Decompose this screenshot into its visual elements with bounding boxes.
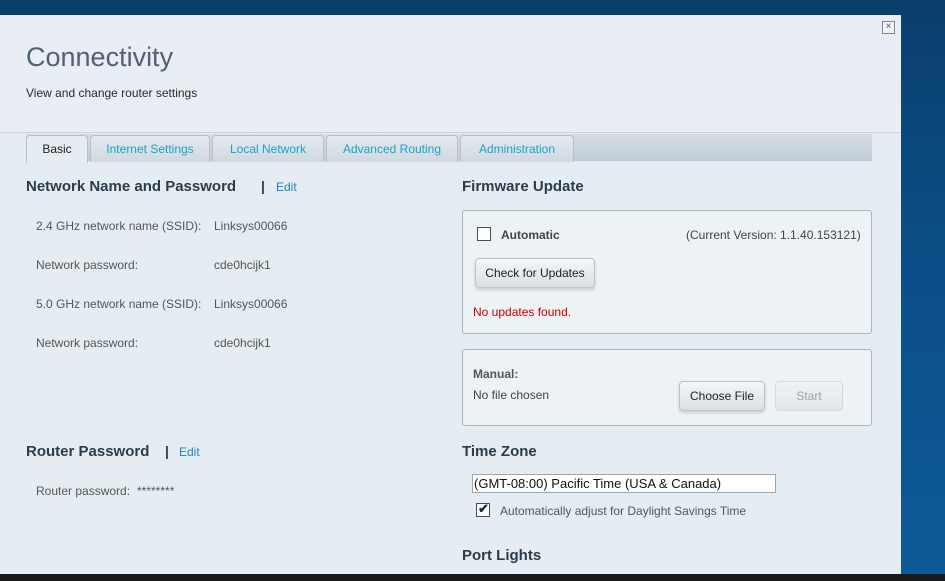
tab-advanced-routing[interactable]: Advanced Routing xyxy=(326,135,458,162)
taskbar-strip xyxy=(0,574,945,581)
ssid-50-value: Linksys00066 xyxy=(214,297,288,311)
tab-internet-settings[interactable]: Internet Settings xyxy=(90,135,210,162)
dst-checkbox[interactable]: ✔ xyxy=(476,501,490,517)
password-24-label: Network password: xyxy=(36,258,139,272)
connectivity-dialog: Connectivity View and change router sett… xyxy=(0,15,901,578)
file-status: No file chosen xyxy=(473,388,550,402)
firmware-manual-panel: Manual: No file chosen Choose File Start xyxy=(462,349,872,426)
tab-bar: Basic Internet Settings Local Network Ad… xyxy=(26,134,872,163)
header-divider xyxy=(0,132,901,133)
checkmark-icon: ✔ xyxy=(478,501,489,516)
tab-local-network[interactable]: Local Network xyxy=(212,135,324,162)
start-button[interactable]: Start xyxy=(775,381,843,411)
network-edit-link[interactable]: Edit xyxy=(276,180,297,194)
router-password-label: Router password: xyxy=(36,484,131,498)
dialog-header: Connectivity View and change router sett… xyxy=(0,15,901,133)
password-24-value: cde0hcijk1 xyxy=(214,258,271,272)
router-password-separator: | xyxy=(165,443,169,459)
tab-administration[interactable]: Administration xyxy=(460,135,574,162)
time-zone-title: Time Zone xyxy=(462,443,537,460)
choose-file-button[interactable]: Choose File xyxy=(679,381,765,411)
page-title: Connectivity xyxy=(26,42,174,72)
ssid-24-label: 2.4 GHz network name (SSID): xyxy=(36,219,202,233)
tab-basic[interactable]: Basic xyxy=(26,135,88,163)
network-separator: | xyxy=(261,178,265,194)
dst-label: Automatically adjust for Daylight Saving… xyxy=(500,504,747,518)
password-50-label: Network password: xyxy=(36,336,139,350)
firmware-section-title: Firmware Update xyxy=(462,178,584,195)
network-section-title: Network Name and Password xyxy=(26,178,237,195)
router-password-edit-link[interactable]: Edit xyxy=(179,445,200,459)
manual-label: Manual: xyxy=(473,367,519,381)
time-zone-select[interactable]: (GMT-08:00) Pacific Time (USA & Canada) xyxy=(472,474,776,493)
automatic-label: Automatic xyxy=(501,228,560,242)
port-lights-title: Port Lights xyxy=(462,547,542,564)
check-for-updates-button[interactable]: Check for Updates xyxy=(475,258,595,288)
router-password-value: ******** xyxy=(137,484,175,498)
current-version: (Current Version: 1.1.40.153121) xyxy=(686,228,861,242)
update-status: No updates found. xyxy=(473,305,572,319)
router-password-title: Router Password xyxy=(26,443,150,460)
close-icon[interactable]: × xyxy=(882,21,895,34)
password-50-value: cde0hcijk1 xyxy=(214,336,271,350)
ssid-50-label: 5.0 GHz network name (SSID): xyxy=(36,297,202,311)
ssid-24-value: Linksys00066 xyxy=(214,219,288,233)
page-subtitle: View and change router settings xyxy=(26,86,198,100)
automatic-update-checkbox[interactable] xyxy=(477,227,491,241)
firmware-auto-panel: Automatic (Current Version: 1.1.40.15312… xyxy=(462,210,872,334)
